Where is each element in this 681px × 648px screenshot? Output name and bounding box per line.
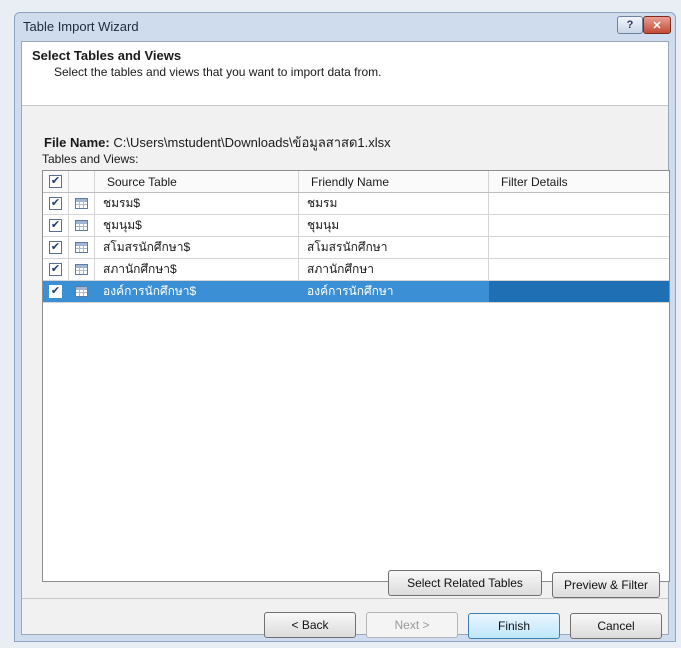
- wizard-header: Select Tables and Views Select the table…: [22, 42, 668, 106]
- table-import-wizard-window: Table Import Wizard ? ✕ Select Tables an…: [14, 12, 676, 642]
- source-table-cell: ชุมนุม$: [95, 215, 299, 236]
- row-checkbox[interactable]: ✔: [49, 219, 62, 232]
- table-row[interactable]: ✔ สภานักศึกษา$ สภานักศึกษา: [43, 259, 669, 281]
- row-checkbox[interactable]: ✔: [49, 263, 62, 276]
- filter-details-cell[interactable]: [489, 281, 669, 302]
- source-table-cell: องค์การนักศึกษา$: [95, 281, 299, 302]
- source-table-column-header[interactable]: Source Table: [95, 171, 299, 192]
- friendly-name-cell[interactable]: ชมรม: [299, 193, 489, 214]
- filter-details-cell[interactable]: [489, 193, 669, 214]
- preview-filter-button[interactable]: Preview & Filter: [552, 572, 660, 598]
- select-related-tables-button[interactable]: Select Related Tables: [388, 570, 542, 596]
- table-row[interactable]: ✔ ชมรม$ ชมรม: [43, 193, 669, 215]
- friendly-name-cell[interactable]: ชุมนุม: [299, 215, 489, 236]
- next-button[interactable]: Next >: [366, 612, 458, 638]
- row-checkbox[interactable]: ✔: [49, 285, 62, 298]
- table-row[interactable]: ✔ องค์การนักศึกษา$ องค์การนักศึกษา: [43, 281, 669, 303]
- friendly-name-column-header[interactable]: Friendly Name: [299, 171, 489, 192]
- table-icon: [75, 220, 88, 231]
- window-title: Table Import Wizard: [23, 19, 139, 34]
- friendly-name-cell[interactable]: สโมสรนักศึกษา: [299, 237, 489, 258]
- filter-details-column-header[interactable]: Filter Details: [489, 171, 669, 192]
- select-all-checkbox[interactable]: ✔: [49, 175, 62, 188]
- friendly-name-cell[interactable]: องค์การนักศึกษา: [299, 281, 489, 302]
- tables-grid[interactable]: ✔ Source Table Friendly Name Filter Deta…: [42, 170, 670, 582]
- source-table-cell: ชมรม$: [95, 193, 299, 214]
- row-checkbox[interactable]: ✔: [49, 197, 62, 210]
- footer-divider: [22, 598, 668, 599]
- source-table-cell: สภานักศึกษา$: [95, 259, 299, 280]
- filter-details-cell[interactable]: [489, 215, 669, 236]
- title-bar[interactable]: Table Import Wizard ? ✕: [15, 13, 675, 41]
- page-description: Select the tables and views that you wan…: [54, 65, 382, 79]
- table-row[interactable]: ✔ ชุมนุม$ ชุมนุม: [43, 215, 669, 237]
- icon-column-header: [69, 171, 95, 192]
- filter-details-cell[interactable]: [489, 259, 669, 280]
- table-icon: [75, 242, 88, 253]
- grid-header-row: ✔ Source Table Friendly Name Filter Deta…: [43, 171, 669, 193]
- help-button[interactable]: ?: [617, 16, 643, 34]
- file-name-label: File Name:: [44, 135, 110, 150]
- file-name-row: File Name: C:\Users\mstudent\Downloads\ข…: [44, 132, 391, 153]
- close-button[interactable]: ✕: [643, 16, 671, 34]
- filter-details-cell[interactable]: [489, 237, 669, 258]
- table-icon: [75, 286, 88, 297]
- finish-button[interactable]: Finish: [468, 613, 560, 639]
- wizard-body: Select Tables and Views Select the table…: [21, 41, 670, 639]
- table-icon: [75, 264, 88, 275]
- table-icon: [75, 198, 88, 209]
- back-button[interactable]: < Back: [264, 612, 356, 638]
- table-rows: ✔ ชมรม$ ชมรม ✔ ชุมนุม$ ชุมนุม ✔ สโมสรนักศึกษา$ ส…: [43, 193, 669, 303]
- cancel-button[interactable]: Cancel: [570, 613, 662, 639]
- tables-and-views-label: Tables and Views:: [42, 152, 139, 166]
- source-table-cell: สโมสรนักศึกษา$: [95, 237, 299, 258]
- table-row[interactable]: ✔ สโมสรนักศึกษา$ สโมสรนักศึกษา: [43, 237, 669, 259]
- friendly-name-cell[interactable]: สภานักศึกษา: [299, 259, 489, 280]
- row-checkbox[interactable]: ✔: [49, 241, 62, 254]
- file-path: C:\Users\mstudent\Downloads\ข้อมูลสาสด1.…: [113, 135, 391, 150]
- page-title: Select Tables and Views: [32, 48, 182, 63]
